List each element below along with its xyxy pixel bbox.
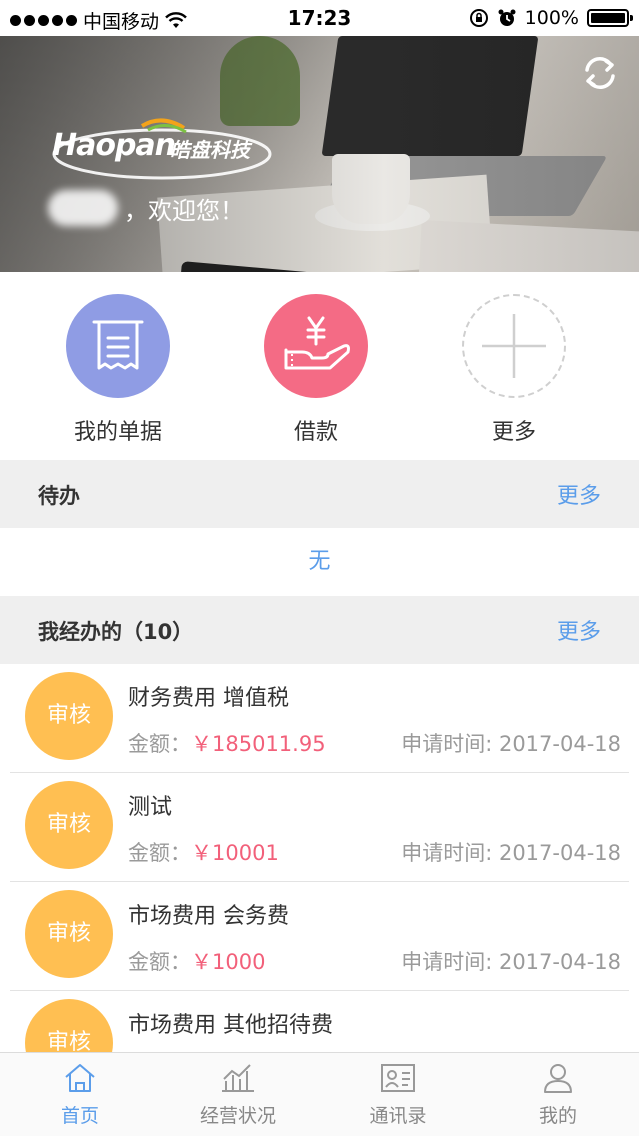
- rotation-lock-icon: [469, 9, 488, 27]
- status-badge: 审核: [25, 672, 113, 760]
- item-date: 申请时间: 2017-04-18: [401, 732, 621, 756]
- quick-action-my-bills[interactable]: 我的单据: [18, 294, 218, 446]
- alarm-icon: [498, 9, 516, 26]
- item-date: 申请时间: 2017-04-18: [401, 841, 621, 865]
- tab-me[interactable]: 我的: [478, 1061, 638, 1128]
- logo-text: Haopan: [52, 128, 176, 163]
- todo-more-link[interactable]: 更多: [557, 478, 601, 510]
- blurred-user-name: [48, 190, 118, 226]
- more-label: 更多: [491, 420, 536, 445]
- handled-section-header: 我经办的（10） 更多: [0, 596, 639, 664]
- battery-label: 100%: [524, 7, 579, 29]
- amount-value: ￥1000: [191, 950, 266, 974]
- tab-business-status[interactable]: 经营状况: [158, 1061, 318, 1128]
- list-item[interactable]: 审核 测试 金额：￥10001 申请时间: 2017-04-18: [10, 773, 629, 882]
- yuan-hand-icon: [284, 316, 350, 370]
- battery-icon: [587, 9, 633, 27]
- quick-actions: 我的单据 借款 更多: [0, 282, 639, 460]
- tab-contacts[interactable]: 通讯录: [318, 1061, 478, 1128]
- status-badge: 审核: [25, 890, 113, 978]
- item-title: 测试: [128, 795, 173, 820]
- item-amount-row: 金额：￥1000: [128, 946, 265, 976]
- amount-label: 金额：: [128, 732, 191, 756]
- amount-value: ￥10001: [191, 841, 279, 865]
- contacts-icon: [381, 1064, 415, 1092]
- tab-bar: 首页 经营状况 通讯录 我的: [0, 1052, 639, 1136]
- logo-chinese-text: 皓盘科技: [170, 138, 250, 162]
- quick-action-more[interactable]: 更多: [414, 294, 614, 446]
- item-amount-row: 金额：￥185011.95: [128, 728, 326, 758]
- loan-circle[interactable]: [264, 294, 368, 398]
- handled-list: 审核 财务费用 增值税 金额：￥185011.95 申请时间: 2017-04-…: [0, 664, 639, 1052]
- item-title: 财务费用 增值税: [128, 686, 289, 711]
- status-badge: 审核: [25, 781, 113, 869]
- item-amount-row: 金额：￥10001: [128, 837, 279, 867]
- tab-contacts-label: 通讯录: [369, 1105, 427, 1127]
- welcome-message: ，欢迎您！: [48, 188, 244, 228]
- my-bills-label: 我的单据: [73, 420, 162, 445]
- quick-action-loan[interactable]: 借款: [216, 294, 416, 446]
- home-icon: [65, 1064, 95, 1092]
- receipt-icon: [92, 320, 144, 370]
- welcome-text: ，欢迎您！: [124, 196, 244, 225]
- amount-value: ￥185011.95: [191, 732, 326, 756]
- more-circle[interactable]: [462, 294, 566, 398]
- list-item[interactable]: 审核 市场费用 其他招待费: [10, 991, 629, 1052]
- handled-more-link[interactable]: 更多: [557, 614, 601, 646]
- list-item[interactable]: 审核 市场费用 会务费 金额：￥1000 申请时间: 2017-04-18: [10, 882, 629, 991]
- todo-section-header: 待办 更多: [0, 460, 639, 528]
- status-bar: 中国移动 17:23 100%: [0, 0, 639, 36]
- refresh-icon[interactable]: [579, 52, 621, 94]
- tab-me-label: 我的: [538, 1105, 577, 1127]
- handled-title: 我经办的（10）: [38, 620, 194, 644]
- item-date: 申请时间: 2017-04-18: [401, 950, 621, 974]
- amount-label: 金额：: [128, 841, 191, 865]
- banner: Haopan 皓盘科技 ，欢迎您！: [0, 36, 639, 272]
- list-item[interactable]: 审核 财务费用 增值税 金额：￥185011.95 申请时间: 2017-04-…: [10, 664, 629, 773]
- todo-title: 待办: [38, 484, 80, 508]
- tab-home-label: 首页: [60, 1105, 99, 1127]
- status-right: 100%: [469, 7, 633, 29]
- tab-home[interactable]: 首页: [0, 1061, 160, 1128]
- loan-label: 借款: [293, 420, 338, 445]
- chart-icon: [222, 1064, 254, 1092]
- my-bills-circle[interactable]: [66, 294, 170, 398]
- item-title: 市场费用 会务费: [128, 904, 289, 929]
- user-icon: [544, 1064, 572, 1093]
- status-badge: 审核: [25, 999, 113, 1052]
- company-logo: Haopan 皓盘科技: [52, 116, 292, 186]
- todo-empty-state: 无: [0, 528, 639, 596]
- tab-business-status-label: 经营状况: [199, 1105, 276, 1127]
- plus-icon: [482, 314, 546, 378]
- amount-label: 金额：: [128, 950, 191, 974]
- item-title: 市场费用 其他招待费: [128, 1013, 333, 1038]
